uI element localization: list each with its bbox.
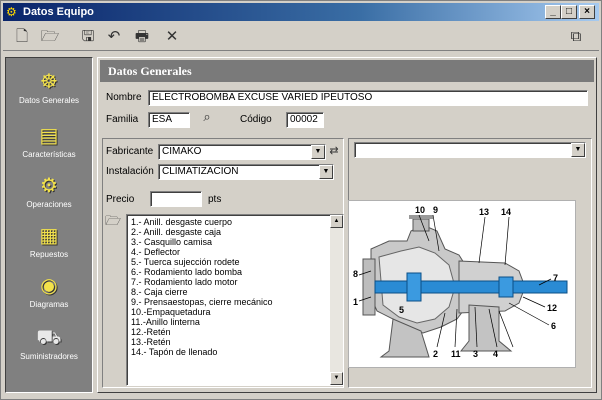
instalacion-label: Instalación xyxy=(106,166,154,177)
open-list-icon[interactable]: 🗁 xyxy=(104,212,122,230)
diagram-label-5: 5 xyxy=(399,305,404,315)
delete-icon[interactable]: ✕ xyxy=(161,26,183,48)
app-icon: ⚙ xyxy=(6,5,17,19)
pump-cross-section-drawing: 10 9 13 14 8 7 1 12 5 2 6 11 3 4 xyxy=(353,205,568,359)
nombre-label: Nombre xyxy=(106,92,142,103)
parts-list-scrollbar[interactable]: ▲ ▼ xyxy=(330,215,343,385)
fabricante-label: Fabricante xyxy=(106,146,154,157)
print-icon[interactable]: 🖶 xyxy=(131,26,153,48)
scroll-down-icon[interactable]: ▼ xyxy=(330,372,343,385)
document-icon: ▤ xyxy=(39,125,59,147)
list-item[interactable]: 10.-Empaquetadura xyxy=(131,307,343,317)
main-panel: Datos Generales Nombre ELECTROBOMBA EXCU… xyxy=(97,57,597,393)
diagram-label-10: 10 xyxy=(415,205,425,215)
list-item[interactable]: 9.- Prensaestopas, cierre mecánico xyxy=(131,297,343,307)
fabricante-select[interactable]: CIMAKO ▼ xyxy=(158,144,326,160)
copy-icon[interactable]: ⧉ xyxy=(565,26,587,48)
sidebar-item-label: Datos Generales xyxy=(18,96,80,105)
fabricante-value: CIMAKO xyxy=(162,146,202,157)
sidebar-item-caracteristicas[interactable]: ▤ Características xyxy=(6,120,92,170)
list-item[interactable]: 11.-Anillo linterna xyxy=(131,317,343,327)
window: ⚙ Datos Equipo _ □ × 🗋 🗁 🖫 ↶ 🖶 ✕ ⧉ ☸ Dat… xyxy=(0,0,602,400)
nombre-field[interactable]: ELECTROBOMBA EXCUSE VARIED IPEUTOSO xyxy=(148,90,588,106)
truck-icon: ⛟ xyxy=(36,327,62,349)
section-header: Datos Generales xyxy=(100,60,594,82)
diagram-label-9: 9 xyxy=(433,205,438,215)
link-icon[interactable]: ⇄ xyxy=(326,142,342,160)
diagram-icon: ◉ xyxy=(40,275,58,297)
instalacion-value: CLIMATIZACION xyxy=(162,166,239,177)
precio-unit: pts xyxy=(208,194,222,205)
diagram-label-4: 4 xyxy=(493,349,498,359)
diagram-select[interactable]: ▼ xyxy=(354,142,586,158)
list-item[interactable]: 12.-Retén xyxy=(131,327,343,337)
new-icon[interactable]: 🗋 xyxy=(11,26,33,48)
shaft xyxy=(374,280,568,294)
familia-field[interactable]: ESA xyxy=(148,112,190,128)
list-item[interactable]: 14.- Tapón de llenado xyxy=(131,347,343,357)
sidebar-item-label: Suministradores xyxy=(20,352,78,361)
sidebar: ☸ Datos Generales ▤ Características ⚙ Op… xyxy=(5,57,93,393)
pump-diagram: 10 9 13 14 8 7 1 12 5 2 6 11 3 4 xyxy=(348,200,576,368)
open-icon[interactable]: 🗁 xyxy=(39,26,61,48)
sidebar-item-operaciones[interactable]: ⚙ Operaciones xyxy=(6,170,92,220)
diagram-label-11: 11 xyxy=(451,349,461,359)
sidebar-item-repuestos[interactable]: ▦ Repuestos xyxy=(6,220,92,270)
list-item[interactable]: 7.- Rodamiento lado motor xyxy=(131,277,343,287)
save-icon[interactable]: 🖫 xyxy=(77,26,99,48)
diagram-label-6: 6 xyxy=(551,321,556,331)
instalacion-select[interactable]: CLIMATIZACION ▼ xyxy=(158,164,334,180)
ship-wheel-icon: ☸ xyxy=(40,71,58,93)
minimize-button[interactable]: _ xyxy=(545,5,561,19)
diagram-label-2: 2 xyxy=(433,349,438,359)
sidebar-item-label: Características xyxy=(22,150,76,159)
window-title: Datos Equipo xyxy=(23,6,94,18)
list-item[interactable]: 1.- Anill. desgaste cuerpo xyxy=(131,217,343,227)
gear-icon: ⚙ xyxy=(40,175,58,197)
title-bar: ⚙ Datos Equipo _ □ × xyxy=(3,3,599,21)
sidebar-item-suministradores[interactable]: ⛟ Suministradores xyxy=(6,322,92,372)
close-button[interactable]: × xyxy=(579,5,595,19)
sidebar-item-datos-generales[interactable]: ☸ Datos Generales xyxy=(6,66,92,116)
section-title: Datos Generales xyxy=(108,64,192,78)
diagram-label-12: 12 xyxy=(547,303,557,313)
diagram-label-14: 14 xyxy=(501,207,511,217)
sidebar-item-label: Repuestos xyxy=(29,250,69,259)
list-item[interactable]: 8.- Caja cierre xyxy=(131,287,343,297)
sidebar-item-label: Operaciones xyxy=(26,200,72,209)
parts-list-items: 1.- Anill. desgaste cuerpo 2.- Anill. des… xyxy=(127,215,343,357)
chevron-down-icon[interactable]: ▼ xyxy=(311,145,325,159)
list-item[interactable]: 5.- Tuerca sujección rodete xyxy=(131,257,343,267)
list-item[interactable]: 13.-Retén xyxy=(131,337,343,347)
precio-field[interactable] xyxy=(150,191,202,207)
lookup-familia-icon[interactable]: ⌕ xyxy=(198,108,216,126)
sidebar-item-label: Diagramas xyxy=(29,300,69,309)
chevron-down-icon[interactable]: ▼ xyxy=(319,165,333,179)
codigo-label: Código xyxy=(240,114,272,125)
diagram-label-7: 7 xyxy=(553,273,558,283)
parts-icon: ▦ xyxy=(39,225,59,247)
diagram-label-1: 1 xyxy=(353,297,358,307)
diagram-label-3: 3 xyxy=(473,349,478,359)
diagram-label-8: 8 xyxy=(353,269,358,279)
familia-label: Familia xyxy=(106,114,139,125)
scroll-up-icon[interactable]: ▲ xyxy=(330,215,343,228)
sidebar-item-diagramas[interactable]: ◉ Diagramas xyxy=(6,270,92,320)
undo-icon[interactable]: ↶ xyxy=(103,26,125,48)
chevron-down-icon[interactable]: ▼ xyxy=(571,143,585,157)
general-fields: Nombre ELECTROBOMBA EXCUSE VARIED IPEUTO… xyxy=(100,82,594,134)
list-item[interactable]: 4.- Deflector xyxy=(131,247,343,257)
parts-list[interactable]: 1.- Anill. desgaste cuerpo 2.- Anill. des… xyxy=(126,214,344,386)
maximize-button[interactable]: □ xyxy=(561,5,577,19)
list-item[interactable]: 3.- Casquillo camisa xyxy=(131,237,343,247)
diagram-label-13: 13 xyxy=(479,207,489,217)
toolbar: 🗋 🗁 🖫 ↶ 🖶 ✕ ⧉ xyxy=(3,23,599,51)
list-item[interactable]: 2.- Anill. desgaste caja xyxy=(131,227,343,237)
list-item[interactable]: 6.- Rodamiento lado bomba xyxy=(131,267,343,277)
precio-label: Precio xyxy=(106,194,135,205)
codigo-field[interactable]: 00002 xyxy=(286,112,324,128)
